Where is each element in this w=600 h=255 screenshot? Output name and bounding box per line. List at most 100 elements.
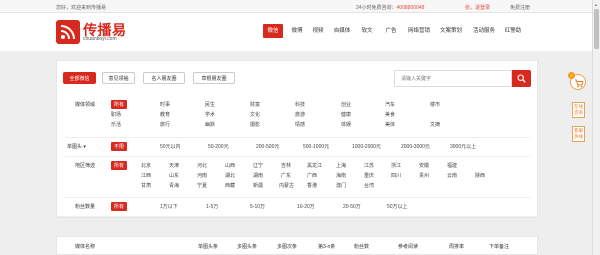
logo[interactable]: 传播易 chuanboyi.com (56, 20, 136, 44)
category-option[interactable]: 职场 (111, 111, 121, 118)
region-option[interactable]: 天津 (169, 162, 179, 169)
price-option[interactable]: 200-500元 (256, 143, 279, 150)
fans-all[interactable]: 所有 (111, 202, 128, 211)
category-option[interactable]: 健康 (341, 111, 351, 118)
region-option[interactable]: 内蒙古 (279, 182, 294, 189)
region-option[interactable]: 海南 (336, 172, 346, 179)
price-option[interactable]: 1000-2000元 (352, 143, 381, 150)
hotline-number[interactable]: 4008800048 (397, 5, 425, 11)
price-option[interactable]: 3000元以上 (450, 143, 476, 150)
col-media-name[interactable]: 媒体名称 (75, 243, 95, 250)
nav-soft-article[interactable]: 软文 (357, 24, 377, 38)
category-option[interactable]: 文摘 (430, 121, 440, 128)
region-option[interactable]: 陕西 (475, 172, 485, 179)
region-option[interactable]: 云南 (447, 172, 457, 179)
col-single-headline[interactable]: 单图头条 (198, 243, 218, 250)
col-order-notes[interactable]: 下单备注 (489, 243, 509, 250)
region-option[interactable]: 山东 (169, 172, 179, 179)
region-option[interactable]: 黑龙江 (307, 162, 322, 169)
nav-weibo[interactable]: 微博 (287, 24, 307, 38)
region-option[interactable]: 辽宁 (253, 162, 263, 169)
search-input[interactable] (395, 71, 511, 86)
fans-option[interactable]: 10-20万 (297, 203, 315, 210)
region-option[interactable]: 河南 (197, 172, 207, 179)
region-option[interactable]: 香港 (307, 182, 317, 189)
region-option[interactable]: 河北 (197, 162, 207, 169)
category-option[interactable]: 文化 (250, 111, 260, 118)
category-all[interactable]: 所有 (111, 100, 128, 109)
region-option[interactable]: 福建 (447, 162, 457, 169)
tab-all-wechat[interactable]: 全部微信 (63, 72, 96, 84)
region-all[interactable]: 所有 (111, 161, 128, 170)
category-option[interactable]: 美食 (385, 111, 395, 118)
fans-option[interactable]: 1万以下 (160, 203, 178, 210)
region-option[interactable]: 江西 (141, 172, 151, 179)
region-option[interactable]: 湖北 (225, 172, 235, 179)
scrollbar[interactable]: ▲ (592, 0, 600, 255)
region-option[interactable]: 青海 (169, 182, 179, 189)
category-option[interactable]: 科技 (295, 101, 305, 108)
region-option[interactable]: 广东 (281, 172, 291, 179)
search-button[interactable] (512, 70, 531, 87)
category-option[interactable]: 幽默 (205, 121, 215, 128)
fans-option[interactable]: 5-10万 (250, 203, 265, 210)
region-option[interactable]: 甘肃 (141, 182, 151, 189)
category-option[interactable]: 美体 (385, 121, 395, 128)
tab-grassroots-moments[interactable]: 草根朋友圈 (193, 72, 235, 84)
cart-button[interactable]: 0 (568, 72, 586, 90)
category-option[interactable]: 体娱 (341, 121, 351, 128)
price-type-select[interactable]: 单图头 ▾ (67, 143, 86, 150)
nav-ads[interactable]: 广告 (381, 24, 401, 38)
category-option[interactable]: 民生 (205, 101, 215, 108)
fans-option[interactable]: 1-5万 (206, 203, 218, 210)
nav-network-marketing[interactable]: 网络营销 (404, 24, 434, 38)
register-link[interactable]: 免费注册 (510, 4, 530, 11)
online-consult-button[interactable]: 在线咨询 (572, 102, 585, 118)
region-option[interactable]: 江苏 (364, 162, 374, 169)
region-option[interactable]: 澳门 (336, 182, 346, 189)
col-reference-reads[interactable]: 参考阅读 (398, 243, 418, 250)
price-option[interactable]: 500-1000元 (303, 143, 329, 150)
category-option[interactable]: 旅游 (295, 111, 305, 118)
region-option[interactable]: 安徽 (419, 162, 429, 169)
region-option[interactable]: 重庆 (364, 172, 374, 179)
region-option[interactable]: 山西 (225, 162, 235, 169)
col-multi-headline[interactable]: 多图头条 (237, 243, 257, 250)
region-option[interactable]: 贵州 (419, 172, 429, 179)
col-fans[interactable]: 粉丝数 (354, 243, 369, 250)
service-hotline-button[interactable]: 客服热线 (572, 126, 585, 142)
price-all[interactable]: 不限 (111, 142, 128, 151)
nav-video[interactable]: 视频 (308, 24, 328, 38)
region-option[interactable]: 湖南 (253, 172, 263, 179)
region-option[interactable]: 西藏 (225, 182, 235, 189)
category-option[interactable]: 摄影 (250, 121, 260, 128)
fans-option[interactable]: 20-50万 (343, 203, 361, 210)
region-option[interactable]: 吉林 (281, 162, 291, 169)
tab-celebrity-moments[interactable]: 名人朋友圈 (143, 72, 185, 84)
col-multi-second[interactable]: 多图次条 (277, 243, 297, 250)
category-option[interactable]: 时事 (160, 101, 170, 108)
region-option[interactable]: 台湾 (364, 182, 374, 189)
col-third-n[interactable]: 第3-n条 (318, 243, 335, 250)
region-option[interactable]: 浙江 (391, 162, 401, 169)
nav-self-media[interactable]: 自媒体 (330, 24, 354, 38)
user-link[interactable]: 张，退登录 (465, 4, 490, 11)
col-weekly-rate[interactable]: 周排率 (449, 243, 464, 250)
fans-option[interactable]: 50万以上 (387, 203, 408, 210)
nav-wechat[interactable]: 微信 (263, 24, 283, 38)
region-option[interactable]: 广西 (307, 172, 317, 179)
price-option[interactable]: 50-200元 (208, 143, 229, 150)
region-option[interactable]: 新疆 (253, 182, 263, 189)
region-option[interactable]: 宁夏 (197, 182, 207, 189)
category-option[interactable]: 财富 (250, 101, 260, 108)
nav-extra[interactable]: 红警助 (501, 24, 525, 38)
category-option[interactable]: 楼市 (430, 101, 440, 108)
price-option[interactable]: 50元以内 (160, 143, 181, 150)
region-option[interactable]: 四川 (391, 172, 401, 179)
tab-opinion-leader[interactable]: 意见领袖 (102, 72, 135, 84)
category-option[interactable]: 乐活 (111, 121, 121, 128)
category-option[interactable]: 教育 (160, 111, 170, 118)
scrollbar-thumb[interactable] (594, 9, 599, 49)
price-option[interactable]: 2000-3000元 (401, 143, 430, 150)
nav-event-service[interactable]: 活动服务 (469, 24, 499, 38)
